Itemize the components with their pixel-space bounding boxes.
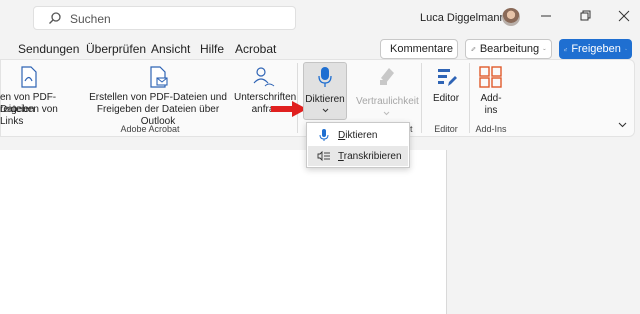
editing-label: Bearbeitung <box>479 43 540 55</box>
collapse-ribbon-icon[interactable] <box>618 122 627 128</box>
menu-item-dictate-label: Diktieren <box>338 129 378 141</box>
btn2-line1: Erstellen von PDF-Dateien und <box>89 92 227 103</box>
editor-label: Editor <box>432 93 460 104</box>
microphone-icon <box>318 67 332 87</box>
search-icon <box>49 12 61 24</box>
addins-line2: ins <box>484 105 498 116</box>
close-icon[interactable] <box>616 8 632 24</box>
group-label-acrobat: Adobe Acrobat <box>120 124 180 134</box>
avatar[interactable] <box>502 8 520 26</box>
chevron-down-icon <box>383 111 390 116</box>
editing-button[interactable]: Bearbeitung <box>465 39 552 59</box>
share-pdf-link-button[interactable]: en von PDF-Dateien reigeben von Links <box>0 66 82 127</box>
chevron-down-icon <box>625 48 627 50</box>
tab-ueberpruefen[interactable]: Überprüfen <box>86 42 146 56</box>
editor-button[interactable]: Editor <box>426 66 466 118</box>
share-icon <box>564 47 568 51</box>
search-placeholder: Suchen <box>70 12 111 26</box>
ribbon-separator <box>297 63 298 133</box>
group-label-partial: t <box>410 124 413 134</box>
tab-sendungen[interactable]: Sendungen <box>18 42 79 56</box>
pdf-link-icon <box>21 66 37 88</box>
pen-icon <box>471 46 476 51</box>
chevron-down-icon <box>543 48 546 50</box>
share-button[interactable]: Freigeben <box>559 39 632 59</box>
dictate-dropdown-menu: Diktieren Transkribieren <box>306 122 410 168</box>
menu-item-dictate[interactable]: Diktieren <box>308 125 408 145</box>
pdf-mail-icon <box>150 66 168 88</box>
dictate-button[interactable]: Diktieren <box>303 62 347 120</box>
addins-grid-icon <box>479 66 502 88</box>
transcribe-icon <box>317 150 330 162</box>
menu-item-transcribe-label: Transkribieren <box>338 150 402 162</box>
chevron-down-icon <box>322 108 329 113</box>
confidentiality-button[interactable]: Vertraulichkeit <box>356 66 419 120</box>
minimize-icon[interactable] <box>538 8 554 24</box>
ribbon-separator <box>469 63 470 133</box>
addins-line1: Add- <box>480 93 502 104</box>
microphone-icon <box>319 129 329 141</box>
signature-icon <box>253 67 275 87</box>
restore-icon[interactable] <box>577 8 593 24</box>
menu-item-transcribe[interactable]: Transkribieren <box>308 146 408 166</box>
sensitivity-icon <box>380 68 394 85</box>
editor-icon <box>438 69 457 86</box>
confidentiality-label: Vertraulichkeit <box>356 96 419 107</box>
user-name[interactable]: Luca Diggelmann <box>420 12 506 24</box>
dictate-label: Diktieren <box>305 94 345 105</box>
comments-button[interactable]: Kommentare <box>380 39 458 59</box>
addins-button[interactable]: Add- ins <box>474 66 508 118</box>
document-page[interactable] <box>0 150 447 314</box>
search-box[interactable]: Suchen <box>33 6 296 30</box>
group-label-addins: Add-Ins <box>475 124 507 134</box>
tab-hilfe[interactable]: Hilfe <box>200 42 224 56</box>
group-label-editor: Editor <box>434 124 458 134</box>
ribbon-separator <box>421 63 422 133</box>
tab-ansicht[interactable]: Ansicht <box>151 42 190 56</box>
share-label: Freigeben <box>571 43 621 55</box>
comments-label: Kommentare <box>390 43 453 55</box>
tab-acrobat[interactable]: Acrobat <box>235 42 276 56</box>
create-pdf-outlook-button[interactable]: Erstellen von PDF-Dateien und Freigeben … <box>82 66 234 127</box>
